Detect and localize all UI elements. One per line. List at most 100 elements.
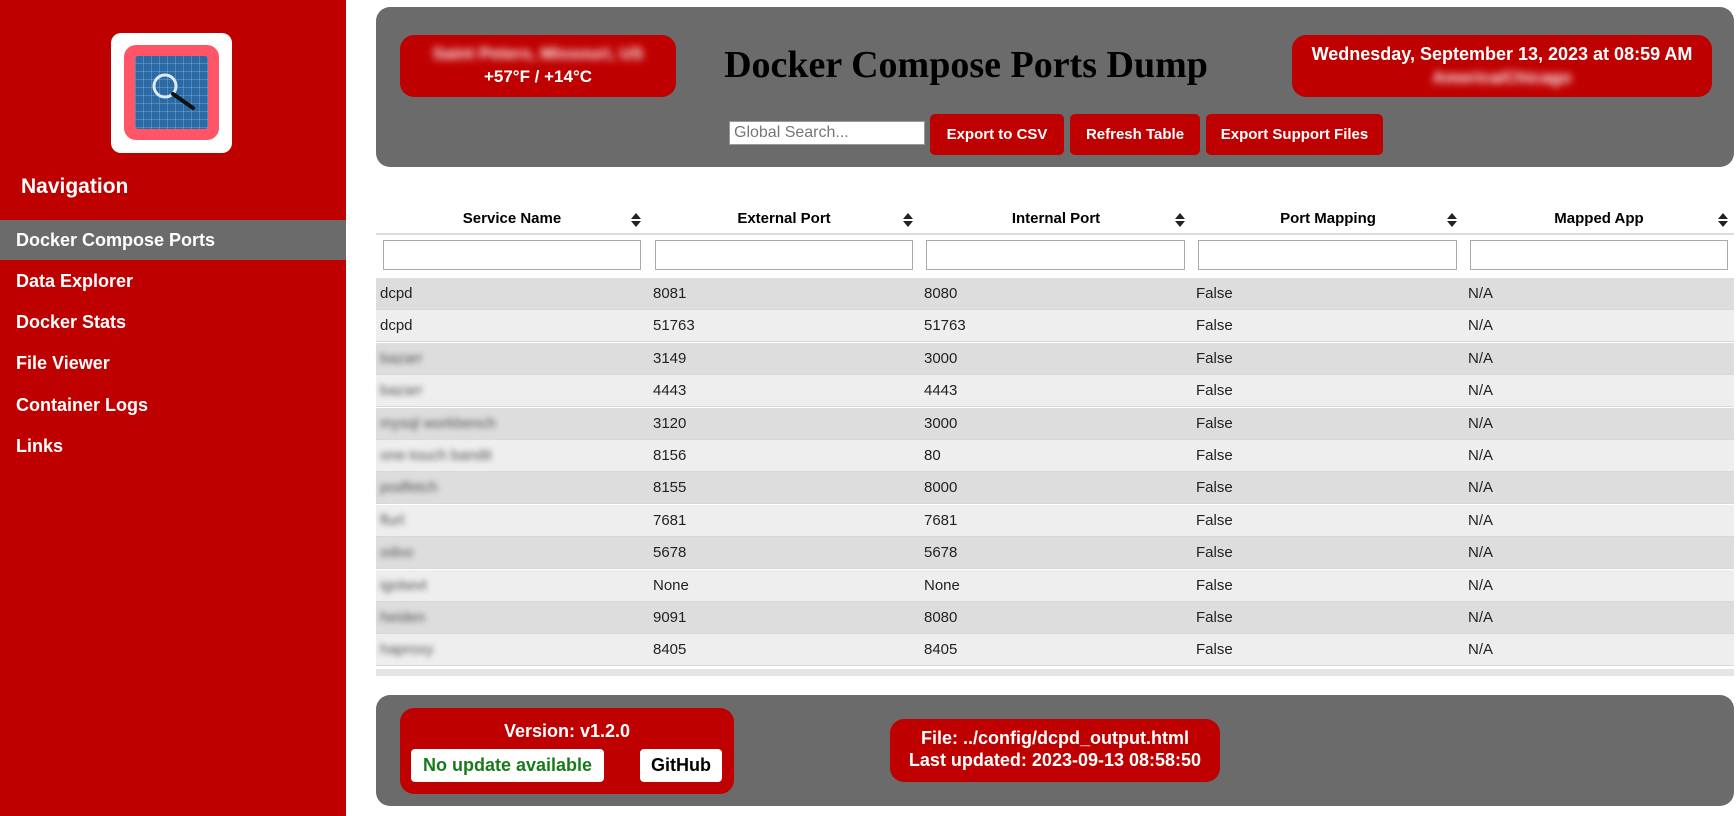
table-cell: 3149 <box>653 349 687 367</box>
sort-icon[interactable] <box>1447 213 1457 227</box>
table-row: podfetch 8155 8000 False N/A <box>376 472 1734 505</box>
table-cell: 8156 <box>653 447 687 464</box>
table-cell: N/A <box>1468 414 1494 432</box>
table-cell: False <box>1196 317 1233 335</box>
table-cell: False <box>1196 447 1233 464</box>
sidebar-item-links[interactable]: Links <box>0 426 346 466</box>
sidebar-item-docker-stats[interactable]: Docker Stats <box>0 302 346 342</box>
filter-input-external-port[interactable] <box>655 240 913 270</box>
sort-icon[interactable] <box>903 213 913 227</box>
table-cell: 8080 <box>924 285 958 302</box>
table-cell: 8405 <box>653 641 687 659</box>
table-cell: N/A <box>1468 544 1494 562</box>
table-row: one-touch bandit 8156 80 False N/A <box>376 440 1734 472</box>
table-cell: None <box>924 576 960 594</box>
table-cell: False <box>1196 285 1233 302</box>
table-cell: 8081 <box>653 285 687 302</box>
filter-input-service-name[interactable] <box>383 240 641 270</box>
table-row: dcpd 8081 8080 False N/A <box>376 278 1734 310</box>
sidebar-item-container-logs[interactable]: Container Logs <box>0 385 346 425</box>
sort-icon[interactable] <box>1718 213 1728 227</box>
table-cell: 8155 <box>653 479 687 497</box>
export-csv-button[interactable]: Export to CSV <box>930 114 1064 155</box>
app-logo <box>111 33 232 153</box>
version-widget: Version: v1.2.0 No update available GitH… <box>400 708 734 794</box>
table-cell: 8405 <box>924 641 958 659</box>
table-row: flurl 7681 7681 False N/A <box>376 504 1734 537</box>
table-header: Service Name External Port Internal Port… <box>376 200 1734 235</box>
table-cell: 5678 <box>924 544 958 562</box>
table-cell: 80 <box>924 447 941 464</box>
column-header-service-name[interactable]: Service Name <box>376 200 648 235</box>
file-info-widget: File: ../config/dcpd_output.html Last up… <box>890 719 1220 782</box>
last-updated: Last updated: 2023-09-13 08:58:50 <box>908 750 1202 770</box>
table-cell: False <box>1196 544 1233 562</box>
table-cell: False <box>1196 576 1233 594</box>
magnifier-icon <box>135 56 208 129</box>
column-header-external-port[interactable]: External Port <box>648 200 920 235</box>
table-cell: N/A <box>1468 447 1494 464</box>
table-cell: 3120 <box>653 414 687 432</box>
table-row: bazarr 4443 4443 False N/A <box>376 375 1734 408</box>
table-cell: False <box>1196 349 1233 367</box>
update-status-badge: No update available <box>411 749 604 782</box>
export-support-files-button[interactable]: Export Support Files <box>1206 114 1383 155</box>
table-cell: 4443 <box>924 382 958 400</box>
nav-title: Navigation <box>21 175 129 198</box>
table-cell: 9091 <box>653 609 687 626</box>
sidebar: Navigation Docker Compose Ports Data Exp… <box>0 0 346 816</box>
column-header-internal-port[interactable]: Internal Port <box>920 200 1192 235</box>
global-search-input[interactable] <box>729 121 925 145</box>
table-cell: N/A <box>1468 479 1494 497</box>
table-cell: bazarr <box>380 382 423 400</box>
table-cell: False <box>1196 641 1233 659</box>
table-cell: N/A <box>1468 382 1494 400</box>
table-cell: heiden <box>380 609 426 626</box>
table-cell: dcpd <box>380 317 413 335</box>
table-cell: haproxy <box>380 641 434 659</box>
table-cell: 7681 <box>924 511 958 529</box>
table-cell: one-touch bandit <box>380 447 492 464</box>
table-cell: None <box>653 576 689 594</box>
table-cell: 8000 <box>924 479 958 497</box>
table-cell: 51763 <box>924 317 966 335</box>
sidebar-item-file-viewer[interactable]: File Viewer <box>0 343 346 383</box>
table-cell: odoo <box>380 544 414 562</box>
sidebar-item-docker-compose-ports[interactable]: Docker Compose Ports <box>0 220 346 260</box>
version-label: Version: v1.2.0 <box>503 721 631 741</box>
timezone: America/Chicago <box>1432 68 1572 87</box>
table-cell: 5678 <box>653 544 687 562</box>
logo-frame <box>124 45 219 140</box>
page-title: Docker Compose Ports Dump <box>724 44 1208 86</box>
sidebar-item-data-explorer[interactable]: Data Explorer <box>0 261 346 301</box>
table-cell: N/A <box>1468 317 1494 335</box>
weather-temperature: +57°F / +14°C <box>483 67 593 86</box>
table-scroll-edge <box>376 669 1734 676</box>
sort-icon[interactable] <box>1175 213 1185 227</box>
header-panel: Saint Peters, Missouri, US +57°F / +14°C… <box>376 7 1734 167</box>
table-cell: 8080 <box>924 609 958 626</box>
table-row: mysql workbench 3120 3000 False N/A <box>376 407 1734 440</box>
table-cell: podfetch <box>380 479 438 497</box>
column-filter-row <box>376 237 1734 277</box>
weather-widget: Saint Peters, Missouri, US +57°F / +14°C <box>400 35 676 97</box>
table-cell: N/A <box>1468 511 1494 529</box>
table-cell: dcpd <box>380 285 413 302</box>
column-header-mapped-app[interactable]: Mapped App <box>1464 200 1734 235</box>
sort-icon[interactable] <box>631 213 641 227</box>
column-header-port-mapping[interactable]: Port Mapping <box>1192 200 1464 235</box>
table-cell: N/A <box>1468 285 1494 302</box>
table-cell: 7681 <box>653 511 687 529</box>
table-cell: 3000 <box>924 349 958 367</box>
github-button[interactable]: GitHub <box>640 749 722 782</box>
refresh-table-button[interactable]: Refresh Table <box>1070 114 1200 155</box>
table-cell: False <box>1196 609 1233 626</box>
table-cell: 4443 <box>653 382 687 400</box>
filter-input-mapped-app[interactable] <box>1470 240 1728 270</box>
filter-input-internal-port[interactable] <box>926 240 1185 270</box>
table-cell: 51763 <box>653 317 695 335</box>
datetime-widget: Wednesday, September 13, 2023 at 08:59 A… <box>1292 35 1712 97</box>
table-cell: False <box>1196 414 1233 432</box>
weather-location: Saint Peters, Missouri, US <box>432 44 644 63</box>
filter-input-port-mapping[interactable] <box>1198 240 1457 270</box>
